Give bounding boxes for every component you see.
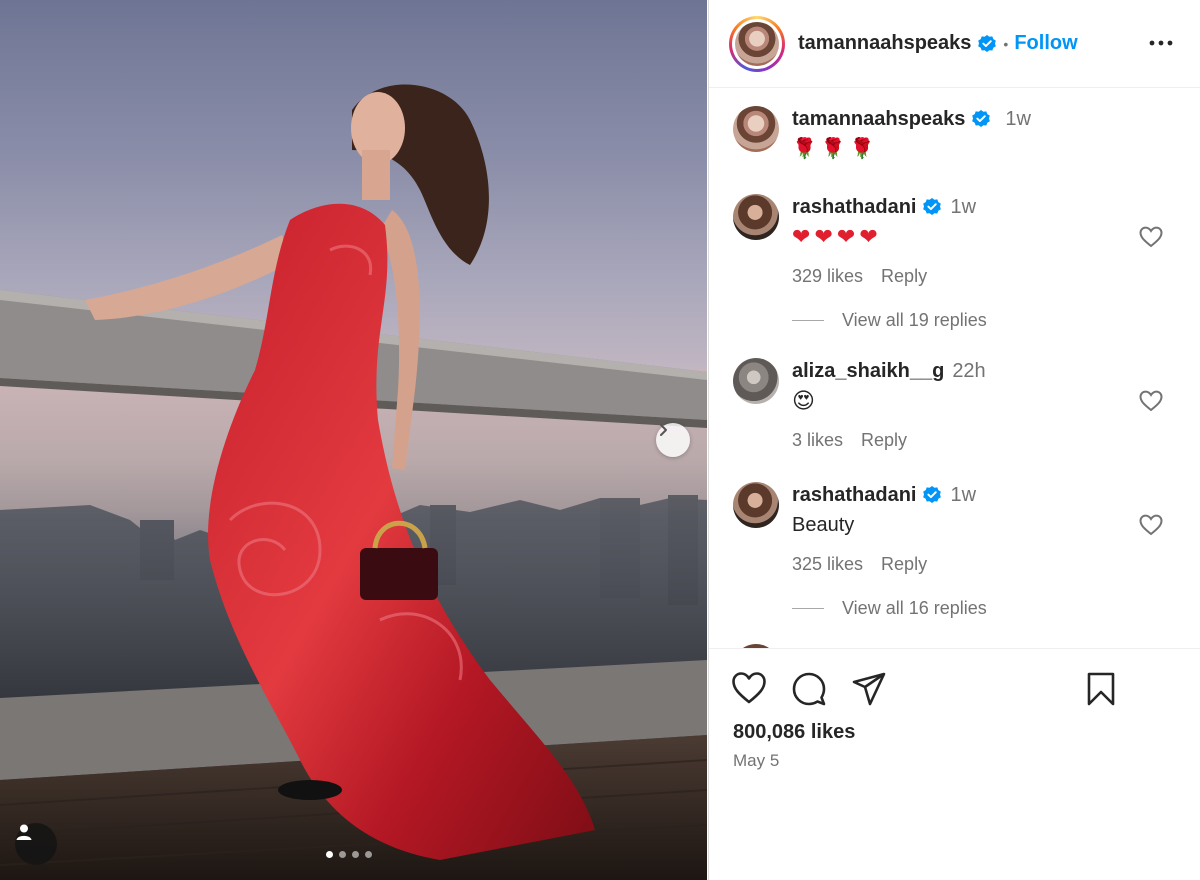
author-username[interactable]: tamannaahspeaks xyxy=(798,32,971,55)
commenter-avatar[interactable] xyxy=(733,482,779,528)
commenter-avatar[interactable] xyxy=(733,194,779,240)
verified-icon xyxy=(972,110,991,127)
post-photo[interactable] xyxy=(0,0,707,880)
verified-icon xyxy=(923,486,942,503)
carousel-indicator xyxy=(326,851,372,858)
comment-like-icon[interactable] xyxy=(1139,390,1163,412)
reply-button[interactable]: Reply xyxy=(861,430,907,451)
commenter-username[interactable]: rashathadani xyxy=(792,196,916,219)
view-replies-label[interactable]: View all 16 replies xyxy=(842,598,987,619)
view-replies-button[interactable]: View all 19 replies xyxy=(792,310,987,331)
commenter-avatar[interactable] xyxy=(733,358,779,404)
carousel-next-button[interactable] xyxy=(656,423,690,457)
commenter-username[interactable]: rashathadani xyxy=(792,484,916,507)
comment-likes[interactable]: 3 likes xyxy=(792,430,843,451)
user-tag-icon xyxy=(16,824,32,840)
verified-icon xyxy=(978,34,997,52)
heart-emoji: ❤ xyxy=(792,224,811,249)
comment-time[interactable]: 1w xyxy=(950,484,976,507)
post-actions: 800,086 likes May 5 xyxy=(709,648,1200,880)
carousel-dot xyxy=(339,851,346,858)
commenter-username[interactable]: aliza_shaikh__g xyxy=(792,360,944,383)
heart-eyes-emoji: 😍 xyxy=(792,388,815,413)
reply-button[interactable]: Reply xyxy=(881,554,927,575)
comment-likes[interactable]: 329 likes xyxy=(792,266,863,287)
view-replies-label[interactable]: View all 19 replies xyxy=(842,310,987,331)
caption-time[interactable]: 1w xyxy=(1005,108,1031,131)
share-icon[interactable] xyxy=(851,671,887,707)
bookmark-icon[interactable] xyxy=(1085,671,1117,707)
post-side-panel: tamannaahspeaks • Follow tamannaahspeaks xyxy=(708,0,1200,880)
post-header: tamannaahspeaks • Follow xyxy=(709,0,1200,88)
rose-emoji: 🌹 xyxy=(849,138,875,160)
post-like-count[interactable]: 800,086 likes xyxy=(733,721,855,744)
chevron-right-icon xyxy=(660,424,667,436)
comment-like-icon[interactable] xyxy=(1139,514,1163,536)
rose-emoji: 🌹 xyxy=(820,138,846,160)
caption-text: 🌹 🌹 🌹 xyxy=(792,136,1152,162)
caption-username[interactable]: tamannaahspeaks xyxy=(792,108,965,131)
author-avatar-ring[interactable] xyxy=(729,15,785,72)
heart-emoji: ❤ xyxy=(836,224,856,249)
comment-text: ❤ ❤ ❤ ❤ xyxy=(792,224,1152,250)
comment-time[interactable]: 22h xyxy=(952,360,985,383)
more-icon[interactable] xyxy=(1148,30,1174,56)
heart-emoji: ❤ xyxy=(859,224,878,249)
comment-text: 😍 xyxy=(792,388,1152,414)
follow-button[interactable]: Follow xyxy=(1014,32,1077,55)
reply-button[interactable]: Reply xyxy=(881,266,927,287)
comment-icon[interactable] xyxy=(791,671,827,707)
post-date: May 5 xyxy=(733,751,780,770)
verified-icon xyxy=(923,198,942,215)
caption-avatar[interactable] xyxy=(733,106,779,152)
photo-illustration xyxy=(0,84,707,880)
header-separator: • xyxy=(1003,35,1009,52)
carousel-dot xyxy=(326,851,333,858)
author-avatar xyxy=(735,21,779,66)
heart-icon[interactable] xyxy=(731,671,767,705)
comment-text: Beauty xyxy=(792,514,855,536)
replies-rule xyxy=(792,608,824,609)
carousel-dot xyxy=(365,851,372,858)
user-tag-button[interactable] xyxy=(15,823,57,865)
carousel-dot xyxy=(352,851,359,858)
comment-time[interactable]: 1w xyxy=(950,196,976,219)
comment-likes[interactable]: 325 likes xyxy=(792,554,863,575)
comments-list[interactable]: tamannaahspeaks 1w 🌹 🌹 🌹 rashathadani 1w… xyxy=(709,88,1200,648)
rose-emoji: 🌹 xyxy=(792,138,817,160)
view-replies-button[interactable]: View all 16 replies xyxy=(792,598,987,619)
replies-rule xyxy=(792,320,824,321)
heart-emoji: ❤ xyxy=(814,224,833,249)
comment-like-icon[interactable] xyxy=(1139,226,1163,248)
